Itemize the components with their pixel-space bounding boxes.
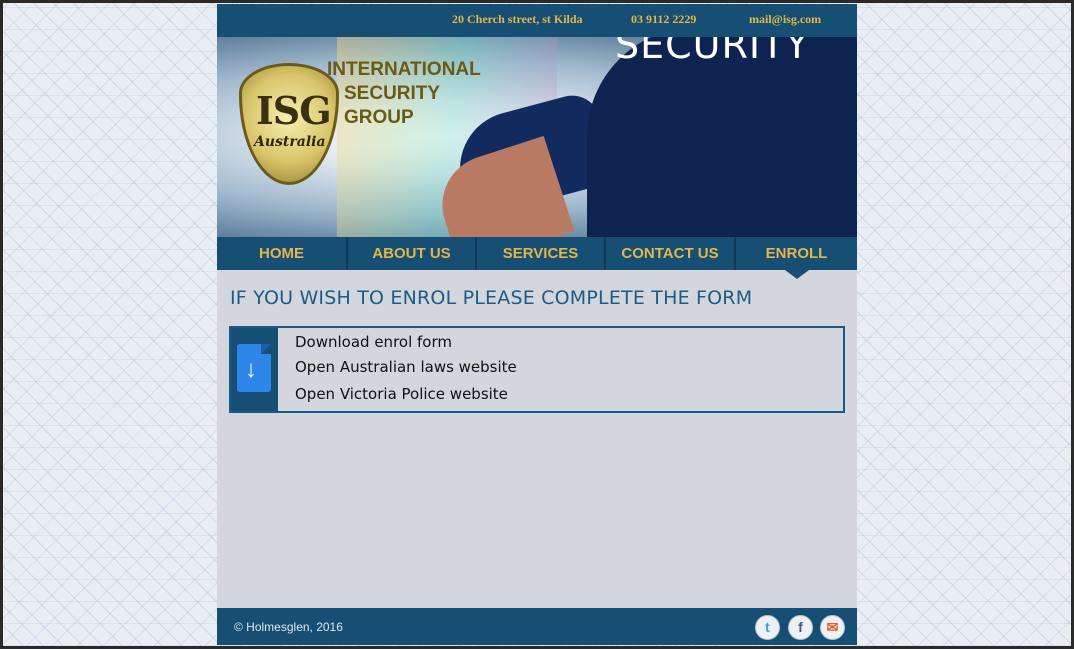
logo-country: Australia [254, 134, 326, 150]
australian-laws-link[interactable]: Open Australian laws website [295, 358, 517, 376]
contact-bar: 20 Cherch street, st Kilda 03 9112 2229 … [217, 4, 857, 37]
panel-side: ↓ [231, 328, 278, 411]
isg-logo-shield: ISG Australia [239, 63, 339, 185]
nav-enroll[interactable]: ENROLL [736, 237, 857, 279]
brand-line-3: GROUP [344, 107, 414, 128]
copyright-text: © Holmesglen, 2016 [234, 620, 343, 634]
footer: © Holmesglen, 2016 t f ✉ [217, 608, 857, 645]
down-arrow-icon: ↓ [245, 356, 257, 383]
nav-about-us[interactable]: ABOUT US [348, 237, 477, 270]
facebook-icon[interactable]: f [788, 615, 813, 640]
victoria-police-link[interactable]: Open Victoria Police website [295, 385, 508, 403]
address-text: 20 Cherch street, st Kilda [452, 12, 583, 26]
download-enrol-form-link[interactable]: Download enrol form [295, 333, 452, 351]
brand-line-2: SECURITY [344, 83, 441, 104]
nav-home[interactable]: HOME [217, 237, 348, 270]
page-title: IF YOU WISH TO ENROL PLEASE COMPLETE THE… [230, 287, 753, 309]
email-link[interactable]: mail@isg.com [749, 12, 821, 27]
enrol-links-panel: ↓ Download enrol form Open Australian la… [229, 326, 845, 413]
twitter-icon[interactable]: t [755, 615, 780, 640]
page-container: 20 Cherch street, st Kilda 03 9112 2229 … [217, 4, 857, 645]
shirt-security-text: SECURITY [615, 37, 810, 67]
main-nav: HOME ABOUT US SERVICES CONTACT US ENROLL [217, 237, 857, 279]
phone-text: 03 9112 2229 [631, 12, 697, 26]
email-icon[interactable]: ✉ [820, 615, 845, 640]
nav-contact-us[interactable]: CONTACT US [606, 237, 736, 270]
download-document-icon: ↓ [237, 344, 271, 392]
brand-line-1: INTERNATIONAL [327, 59, 481, 80]
nav-services[interactable]: SERVICES [477, 237, 606, 270]
hero-banner: SECURITY ISG Australia INTERNATIONAL SEC… [217, 37, 857, 237]
hero-shirt [587, 37, 857, 237]
logo-letters: ISG [256, 88, 332, 133]
